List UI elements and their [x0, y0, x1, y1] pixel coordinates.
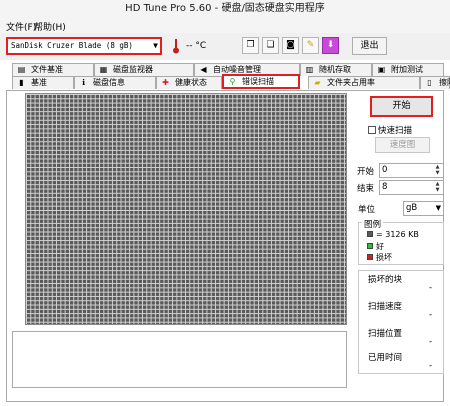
menu-bar: 文件(F) 帮助(H) [0, 18, 450, 33]
download-icon: ⬇ [326, 40, 335, 50]
legend-bad-text: 损坏 [376, 253, 392, 262]
stat-scan-position-value: - [429, 337, 433, 347]
tab-disk-info[interactable]: ℹ 磁盘信息 [74, 76, 156, 89]
end-field-label: 结束 [357, 184, 375, 194]
stat-damaged-blocks-value: - [429, 283, 433, 293]
stat-damaged-blocks-label: 损坏的块 [368, 275, 403, 285]
tab-extra-tests[interactable]: ▣ 附加测试 [372, 63, 444, 76]
legend-good-text: 好 [376, 242, 384, 251]
end-input[interactable]: 8 ▲ ▼ [379, 180, 444, 195]
stat-scan-speed-value: - [429, 310, 433, 320]
start-button[interactable]: 开始 [370, 96, 433, 117]
start-input-value: 0 [382, 165, 388, 175]
magnifier-icon: ⚲ [229, 77, 236, 86]
chevron-down-icon: ▼ [435, 204, 441, 212]
speed-map-button[interactable]: 速度图 [375, 137, 430, 153]
benchmark-icon: ▮ [19, 78, 24, 87]
legend-good: 好 [367, 241, 384, 252]
window-title: HD Tune Pro 5.60 - 硬盘/固态硬盘实用程序 [0, 0, 450, 18]
health-icon: ✚ [162, 78, 169, 87]
unit-select[interactable]: gB ▼ [403, 201, 444, 216]
end-input-value: 8 [382, 182, 388, 192]
block-map [25, 93, 347, 325]
chevron-down-icon: ▼ [153, 41, 158, 50]
stat-elapsed-label: 已用时间 [368, 353, 403, 363]
info-icon: ℹ [81, 78, 86, 87]
block-swatch-icon [367, 231, 373, 237]
start-input[interactable]: 0 ▲ ▼ [379, 163, 444, 178]
save-button[interactable]: ⬇ [322, 37, 339, 54]
quick-scan-label: 快速扫描 [378, 126, 413, 136]
quick-scan-checkbox[interactable]: 快速扫描 [368, 124, 412, 136]
tab-label: 附加测试 [391, 65, 423, 74]
temperature-readout: -- °C [186, 41, 207, 51]
camera-icon: ◙ [286, 40, 295, 50]
drive-select-value: SanDisk Cruzer Blade (8 gB) [11, 41, 133, 50]
tab-folder-usage[interactable]: ▰ 文件夹占用率 [308, 76, 420, 89]
stat-scan-position-label: 扫描位置 [368, 329, 403, 339]
tab-random-access[interactable]: ▥ 随机存取 [300, 63, 372, 76]
drive-select[interactable]: SanDisk Cruzer Blade (8 gB) ▼ [6, 37, 162, 55]
spin-arrows-icon[interactable]: ▲ ▼ [433, 181, 442, 194]
unit-select-value: gB [406, 203, 418, 213]
tab-row-bottom: ▮ 基准 ℹ 磁盘信息 ✚ 健康状态 ⚲ 错误扫描 ▰ 文件夹占用率 ▯ 擦除 [0, 74, 450, 89]
tab-label: 擦除 [439, 78, 450, 87]
tab-label: 文件基准 [31, 65, 63, 74]
bad-swatch-icon [367, 254, 373, 260]
tab-disk-monitor[interactable]: ▦ 磁盘监视器 [94, 63, 194, 76]
legend-bad: 损坏 [367, 252, 392, 263]
unit-label: 单位 [358, 205, 376, 215]
tab-label: 错误扫描 [242, 77, 274, 86]
stat-elapsed-value: - [429, 361, 433, 371]
spin-arrows-icon[interactable]: ▲ ▼ [433, 164, 442, 177]
legend-block-text: = 3126 KB [376, 230, 419, 239]
menu-file[interactable]: 文件(F) [6, 20, 36, 33]
checkbox-box [368, 126, 376, 134]
tab-label: 基准 [31, 78, 47, 87]
thermometer-icon [173, 39, 179, 54]
toolbar: SanDisk Cruzer Blade (8 gB) ▼ -- °C ❐ ❏ … [0, 33, 450, 60]
erase-icon: ▯ [427, 78, 432, 87]
monitor-icon: ▦ [99, 65, 108, 74]
start-field-label: 开始 [357, 167, 375, 177]
tab-label: 磁盘信息 [93, 78, 125, 87]
screenshot-button[interactable]: ◙ [282, 37, 299, 54]
tab-error-scan[interactable]: ⚲ 错误扫描 [222, 74, 300, 89]
extra-icon: ▣ [377, 65, 386, 74]
legend-title: 图例 [362, 218, 384, 230]
file-icon: ▤ [17, 65, 26, 74]
tab-erase[interactable]: ▯ 擦除 [420, 76, 450, 89]
tab-label: 健康状态 [175, 78, 207, 87]
tab-file-benchmark[interactable]: ▤ 文件基准 [12, 63, 94, 76]
copy-screen-icon: ❏ [266, 40, 275, 50]
stat-scan-speed-label: 扫描速度 [368, 302, 403, 312]
options-button[interactable]: ✎ [302, 37, 319, 54]
exit-button[interactable]: 退出 [352, 37, 387, 55]
speaker-icon: ◀ [200, 65, 207, 74]
legend-block-size: = 3126 KB [367, 230, 419, 239]
copy-info-icon: ❐ [246, 40, 255, 50]
tab-health[interactable]: ✚ 健康状态 [156, 76, 222, 89]
menu-help[interactable]: 帮助(H) [34, 20, 66, 33]
folder-icon: ▰ [314, 78, 321, 87]
tab-label: 文件夹占用率 [327, 78, 375, 87]
good-swatch-icon [367, 243, 373, 249]
tab-label: 随机存取 [319, 65, 351, 74]
tab-label: 磁盘监视器 [113, 65, 153, 74]
copy-info-button[interactable]: ❐ [242, 37, 259, 54]
copy-screen-button[interactable]: ❏ [262, 37, 279, 54]
random-icon: ▥ [305, 65, 314, 74]
key-icon: ✎ [306, 40, 315, 50]
tab-benchmark[interactable]: ▮ 基准 [12, 76, 74, 89]
scan-log [12, 331, 347, 388]
tab-label: 自动噪音管理 [213, 65, 261, 74]
